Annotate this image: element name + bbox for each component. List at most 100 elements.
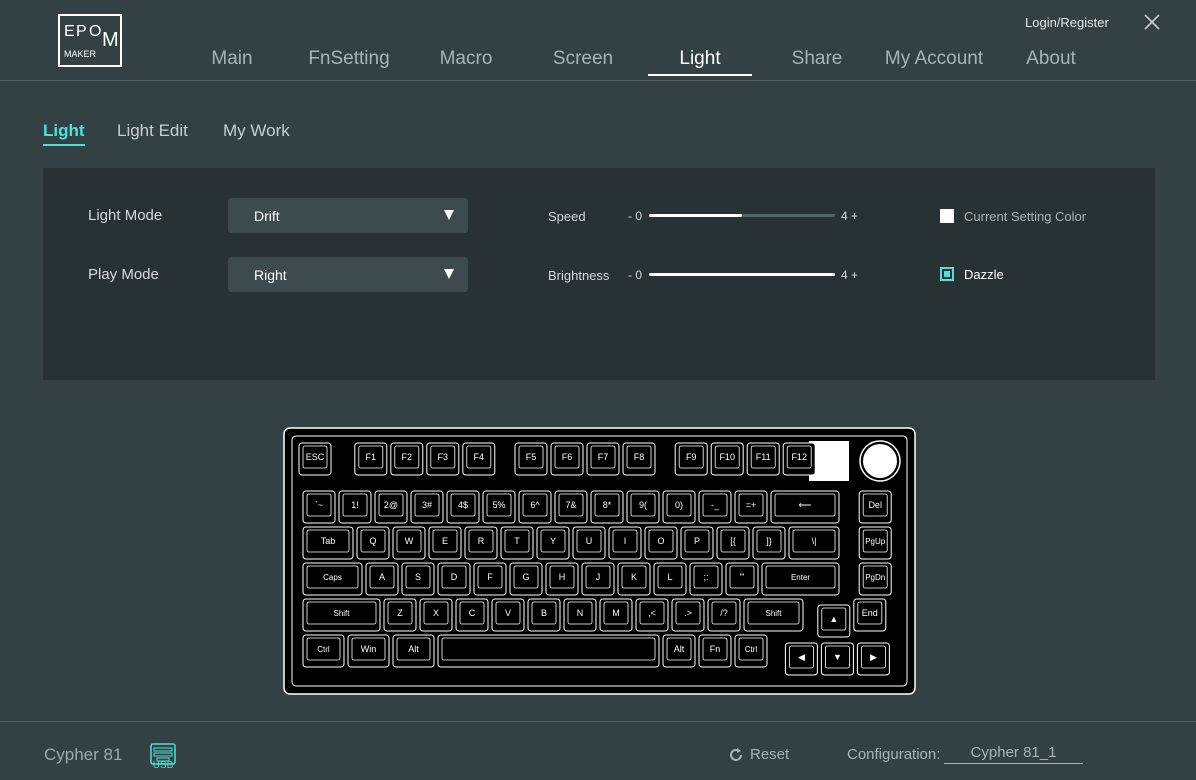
key[interactable]: '": [725, 562, 759, 596]
key[interactable]: Tab: [302, 526, 354, 560]
key[interactable]: F1: [354, 442, 388, 476]
key[interactable]: L: [653, 562, 687, 596]
keyboard-preview[interactable]: ESC F1 F2 F3 F4 F5 F6 F7 F8 F9 F10 F11 F12 `~ 1! 2@ 3# 4$…: [283, 427, 916, 695]
key[interactable]: PgUp: [858, 526, 892, 560]
key[interactable]: X: [419, 598, 453, 632]
key[interactable]: 8*: [590, 490, 624, 524]
key[interactable]: =+: [734, 490, 768, 524]
key[interactable]: 2@: [374, 490, 408, 524]
key[interactable]: D: [437, 562, 471, 596]
play-mode-select[interactable]: Right: [228, 257, 468, 292]
close-icon[interactable]: [1142, 12, 1162, 32]
tab-screen[interactable]: Screen: [546, 48, 620, 76]
key[interactable]: K: [617, 562, 651, 596]
key[interactable]: F7: [586, 442, 620, 476]
key[interactable]: ▼: [820, 642, 854, 676]
key[interactable]: End: [853, 598, 887, 632]
key[interactable]: ⟵: [770, 490, 840, 524]
key[interactable]: Y: [536, 526, 570, 560]
key[interactable]: J: [581, 562, 615, 596]
subtab-light-edit[interactable]: Light Edit: [117, 121, 188, 144]
tab-main[interactable]: Main: [202, 48, 262, 76]
key[interactable]: Z: [383, 598, 417, 632]
tab-my-account[interactable]: My Account: [878, 48, 990, 76]
key[interactable]: F10: [710, 442, 744, 476]
dazzle-checkbox[interactable]: [940, 267, 954, 281]
key[interactable]: F12: [782, 442, 816, 476]
key[interactable]: Del: [858, 490, 892, 524]
key[interactable]: 0): [662, 490, 696, 524]
key[interactable]: ,<: [635, 598, 669, 632]
brightness-slider[interactable]: [649, 273, 835, 276]
key[interactable]: N: [563, 598, 597, 632]
key[interactable]: `~: [302, 490, 336, 524]
key[interactable]: Shift: [743, 598, 804, 632]
key[interactable]: 5%: [482, 490, 516, 524]
key[interactable]: H: [545, 562, 579, 596]
key[interactable]: G: [509, 562, 543, 596]
key[interactable]: Ctrl: [734, 634, 768, 668]
key[interactable]: Alt: [392, 634, 435, 668]
tab-about[interactable]: About: [1018, 48, 1084, 76]
key[interactable]: F9: [674, 442, 708, 476]
key[interactable]: O: [644, 526, 678, 560]
key[interactable]: ]}: [752, 526, 786, 560]
key[interactable]: U: [572, 526, 606, 560]
key[interactable]: Win: [347, 634, 390, 668]
key[interactable]: 1!: [338, 490, 372, 524]
key[interactable]: ESC: [298, 442, 332, 476]
key[interactable]: F8: [622, 442, 656, 476]
current-setting-color-checkbox[interactable]: [940, 209, 954, 223]
key[interactable]: S: [401, 562, 435, 596]
key[interactable]: ▶: [856, 642, 890, 676]
key[interactable]: 3#: [410, 490, 444, 524]
tab-share[interactable]: Share: [786, 48, 848, 76]
key[interactable]: R: [464, 526, 498, 560]
speed-slider[interactable]: [649, 214, 835, 217]
tab-light[interactable]: Light: [648, 48, 752, 76]
key[interactable]: Alt: [662, 634, 696, 668]
key[interactable]: V: [491, 598, 525, 632]
key[interactable]: ;:: [689, 562, 723, 596]
login-register-link[interactable]: Login/Register: [1025, 15, 1109, 30]
key[interactable]: Caps: [302, 562, 363, 596]
key[interactable]: Q: [356, 526, 390, 560]
tab-fnsetting[interactable]: FnSetting: [302, 48, 396, 76]
key[interactable]: P: [680, 526, 714, 560]
key[interactable]: PgDn: [858, 562, 892, 596]
key[interactable]: F11: [746, 442, 780, 476]
tab-macro[interactable]: Macro: [430, 48, 502, 76]
key[interactable]: B: [527, 598, 561, 632]
subtab-my-work[interactable]: My Work: [223, 121, 290, 144]
key[interactable]: F3: [426, 442, 460, 476]
key[interactable]: Shift: [302, 598, 381, 632]
key[interactable]: F5: [514, 442, 548, 476]
key[interactable]: 6^: [518, 490, 552, 524]
key[interactable]: ◀: [784, 642, 818, 676]
key[interactable]: Ctrl: [302, 634, 345, 668]
key[interactable]: F2: [390, 442, 424, 476]
key[interactable]: Enter: [761, 562, 840, 596]
key[interactable]: Fn: [698, 634, 732, 668]
key[interactable]: 9(: [626, 490, 660, 524]
key[interactable]: [{: [716, 526, 750, 560]
subtab-light[interactable]: Light: [43, 121, 85, 146]
key[interactable]: .>: [671, 598, 705, 632]
key[interactable]: I: [608, 526, 642, 560]
key[interactable]: C: [455, 598, 489, 632]
key[interactable]: ▲: [817, 604, 851, 638]
key[interactable]: 7&: [554, 490, 588, 524]
key[interactable]: /?: [707, 598, 741, 632]
key[interactable]: E: [428, 526, 462, 560]
key[interactable]: A: [365, 562, 399, 596]
configuration-value[interactable]: Cypher 81_1: [944, 744, 1083, 764]
key[interactable]: W: [392, 526, 426, 560]
key[interactable]: M: [599, 598, 633, 632]
key[interactable]: F4: [462, 442, 496, 476]
key[interactable]: F6: [550, 442, 584, 476]
key[interactable]: 4$: [446, 490, 480, 524]
key[interactable]: \|: [788, 526, 840, 560]
key[interactable]: -_: [698, 490, 732, 524]
key[interactable]: [437, 634, 660, 668]
key[interactable]: F: [473, 562, 507, 596]
